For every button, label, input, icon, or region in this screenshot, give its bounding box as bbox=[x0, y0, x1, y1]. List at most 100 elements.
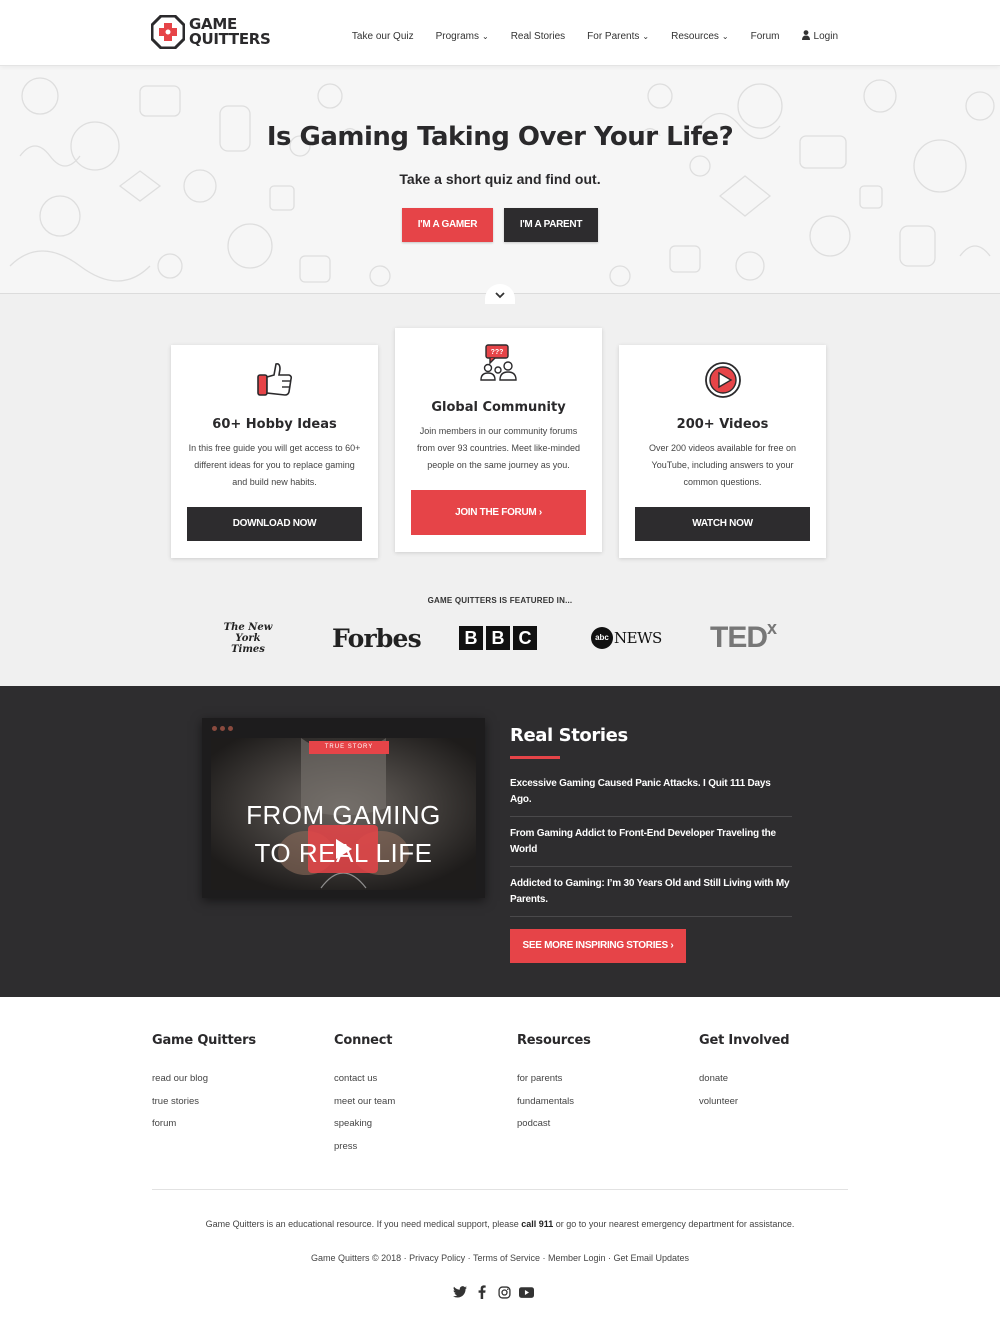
press-logo-nyt: The New York Times bbox=[216, 620, 280, 656]
login-label: Login bbox=[813, 31, 838, 42]
footer-column-title: Game Quitters bbox=[152, 1033, 256, 1048]
user-icon bbox=[801, 30, 810, 43]
card-description: Join members in our community forums fro… bbox=[416, 426, 581, 470]
instagram-icon[interactable] bbox=[496, 1284, 512, 1300]
footer-column-title: Resources bbox=[517, 1033, 591, 1048]
features-section: 60+ Hobby Ideas In this free guide you w… bbox=[0, 294, 1000, 686]
feature-card-hobby: 60+ Hobby Ideas In this free guide you w… bbox=[171, 345, 378, 558]
real-stories-heading: Real Stories bbox=[510, 725, 628, 746]
download-now-button[interactable]: DOWNLOAD NOW bbox=[187, 507, 362, 541]
forbes-wordmark: Forbes bbox=[332, 623, 422, 653]
chevron-down-icon: ⌄ bbox=[481, 32, 489, 41]
join-the-forum-button[interactable]: JOIN THE FORUM › bbox=[411, 490, 586, 535]
footer-column-connect: Connect contact us meet our team speakin… bbox=[334, 1033, 504, 1159]
footer-link[interactable]: true stories bbox=[152, 1091, 322, 1114]
footer-column-title: Connect bbox=[334, 1033, 393, 1048]
disclaimer-text: or go to your nearest emergency departme… bbox=[553, 1219, 795, 1229]
hero-subtitle: Take a short quiz and find out. bbox=[399, 171, 601, 187]
card-title: 200+ Videos bbox=[676, 417, 769, 432]
nav-item-forum[interactable]: Forum bbox=[751, 30, 780, 43]
footer-link[interactable]: volunteer bbox=[699, 1091, 869, 1114]
story-link[interactable]: From Gaming Addict to Front-End Develope… bbox=[510, 826, 792, 858]
video-title-line-2: TO REAL LIFE bbox=[254, 838, 433, 868]
footer-link[interactable]: meet our team bbox=[334, 1091, 504, 1114]
footer-link[interactable]: speaking bbox=[334, 1113, 504, 1136]
tedx-suffix: x bbox=[767, 618, 778, 638]
thumbs-up-icon bbox=[171, 361, 378, 397]
twitter-icon[interactable] bbox=[452, 1284, 468, 1300]
chevron-down-icon: ⌄ bbox=[642, 32, 650, 41]
footer-link[interactable]: podcast bbox=[517, 1113, 687, 1136]
nav-item-programs[interactable]: Programs ⌄ bbox=[436, 30, 489, 43]
footer-link[interactable]: press bbox=[334, 1136, 504, 1159]
bubble-text: ??? bbox=[490, 349, 503, 356]
site-header: GAME QUITTERS Take our Quiz Programs ⌄ Re… bbox=[0, 0, 1000, 66]
card-title: Global Community bbox=[431, 400, 566, 415]
bbc-letter: B bbox=[486, 626, 510, 650]
nyt-line-1: The New York bbox=[223, 621, 273, 644]
nav-item-login[interactable]: Login bbox=[801, 30, 838, 43]
true-story-badge: TRUE STORY bbox=[309, 741, 389, 754]
youtube-icon[interactable] bbox=[518, 1284, 534, 1300]
story-link[interactable]: Addicted to Gaming: I’m 30 Years Old and… bbox=[510, 876, 792, 908]
bbc-letter: C bbox=[513, 626, 537, 650]
footer-link[interactable]: forum bbox=[152, 1113, 322, 1136]
nav-label: For Parents bbox=[587, 31, 640, 42]
card-description: In this free guide you will get access t… bbox=[188, 443, 361, 487]
footer-column-game-quitters: Game Quitters read our blog true stories… bbox=[152, 1033, 322, 1136]
site-footer: Game Quitters read our blog true stories… bbox=[0, 997, 1000, 1336]
medical-disclaimer: Game Quitters is an educational resource… bbox=[0, 1219, 1000, 1229]
watch-now-button[interactable]: WATCH NOW bbox=[635, 507, 810, 541]
nav-label: Programs bbox=[435, 31, 479, 42]
nav-label: Take our Quiz bbox=[351, 31, 414, 42]
footer-link[interactable]: contact us bbox=[334, 1068, 504, 1091]
feature-card-community: ??? Global Community Join members in our… bbox=[395, 328, 602, 552]
story-link[interactable]: Excessive Gaming Caused Panic Attacks. I… bbox=[510, 776, 792, 808]
feature-card-videos: 200+ Videos Over 200 videos available fo… bbox=[619, 345, 826, 558]
story-divider bbox=[510, 866, 792, 867]
nav-item-resources[interactable]: Resources ⌄ bbox=[671, 30, 729, 43]
hero-title: Is Gaming Taking Over Your Life? bbox=[266, 122, 734, 152]
community-icon: ??? bbox=[395, 344, 602, 382]
real-stories-section: TRUE STORY FROM GAMING TO REAL LIFE Real… bbox=[0, 686, 1000, 997]
press-logo-forbes: Forbes bbox=[332, 620, 422, 656]
nav-item-real-stories[interactable]: Real Stories bbox=[511, 30, 565, 43]
press-logo-tedx: TED x bbox=[710, 618, 778, 656]
main-nav: Take our Quiz Programs ⌄ Real Stories For… bbox=[330, 30, 838, 43]
footer-link[interactable]: donate bbox=[699, 1068, 869, 1091]
footer-divider bbox=[152, 1189, 848, 1190]
footer-column-title: Get Involved bbox=[699, 1033, 790, 1048]
facebook-icon[interactable] bbox=[474, 1284, 490, 1300]
card-description: Over 200 videos available for free on Yo… bbox=[648, 443, 797, 487]
nav-label: Real Stories bbox=[510, 31, 566, 42]
chevron-down-icon: ⌄ bbox=[721, 32, 729, 41]
gamepad-logo-icon bbox=[150, 14, 186, 50]
story-divider bbox=[510, 916, 792, 917]
see-more-stories-button[interactable]: SEE MORE INSPIRING STORIES › bbox=[510, 929, 686, 963]
abc-news-word: NEWS bbox=[614, 629, 662, 647]
footer-link[interactable]: fundamentals bbox=[517, 1091, 687, 1114]
nav-item-for-parents[interactable]: For Parents ⌄ bbox=[587, 30, 649, 43]
story-divider bbox=[510, 816, 792, 817]
press-logo-abc-news: abc NEWS bbox=[591, 620, 662, 656]
video-thumbnail[interactable]: TRUE STORY FROM GAMING TO REAL LIFE bbox=[211, 738, 476, 890]
footer-link[interactable]: for parents bbox=[517, 1068, 687, 1091]
window-dots bbox=[212, 726, 236, 731]
logo-line-2: QUITTERS bbox=[189, 30, 271, 48]
disclaimer-text: Game Quitters is an educational resource… bbox=[205, 1219, 522, 1229]
im-a-gamer-button[interactable]: I'M A GAMER bbox=[402, 208, 493, 242]
footer-link[interactable]: read our blog bbox=[152, 1068, 322, 1091]
nyt-line-2: Times bbox=[231, 643, 265, 655]
im-a-parent-button[interactable]: I'M A PARENT bbox=[504, 208, 598, 242]
legal-links[interactable]: Game Quitters © 2018 · Privacy Policy · … bbox=[0, 1253, 1000, 1263]
heading-underline bbox=[510, 756, 560, 759]
footer-column-get-involved: Get Involved donate volunteer bbox=[699, 1033, 869, 1113]
video-player[interactable]: TRUE STORY FROM GAMING TO REAL LIFE bbox=[202, 718, 485, 898]
logo-wordmark: GAME QUITTERS bbox=[189, 17, 271, 47]
social-links bbox=[452, 1284, 540, 1300]
card-title: 60+ Hobby Ideas bbox=[212, 417, 337, 432]
logo[interactable]: GAME QUITTERS bbox=[150, 14, 271, 50]
nav-item-quiz[interactable]: Take our Quiz bbox=[352, 30, 414, 43]
press-logo-bbc: B B C bbox=[459, 620, 537, 656]
hero-section: Is Gaming Taking Over Your Life? Take a … bbox=[0, 66, 1000, 294]
